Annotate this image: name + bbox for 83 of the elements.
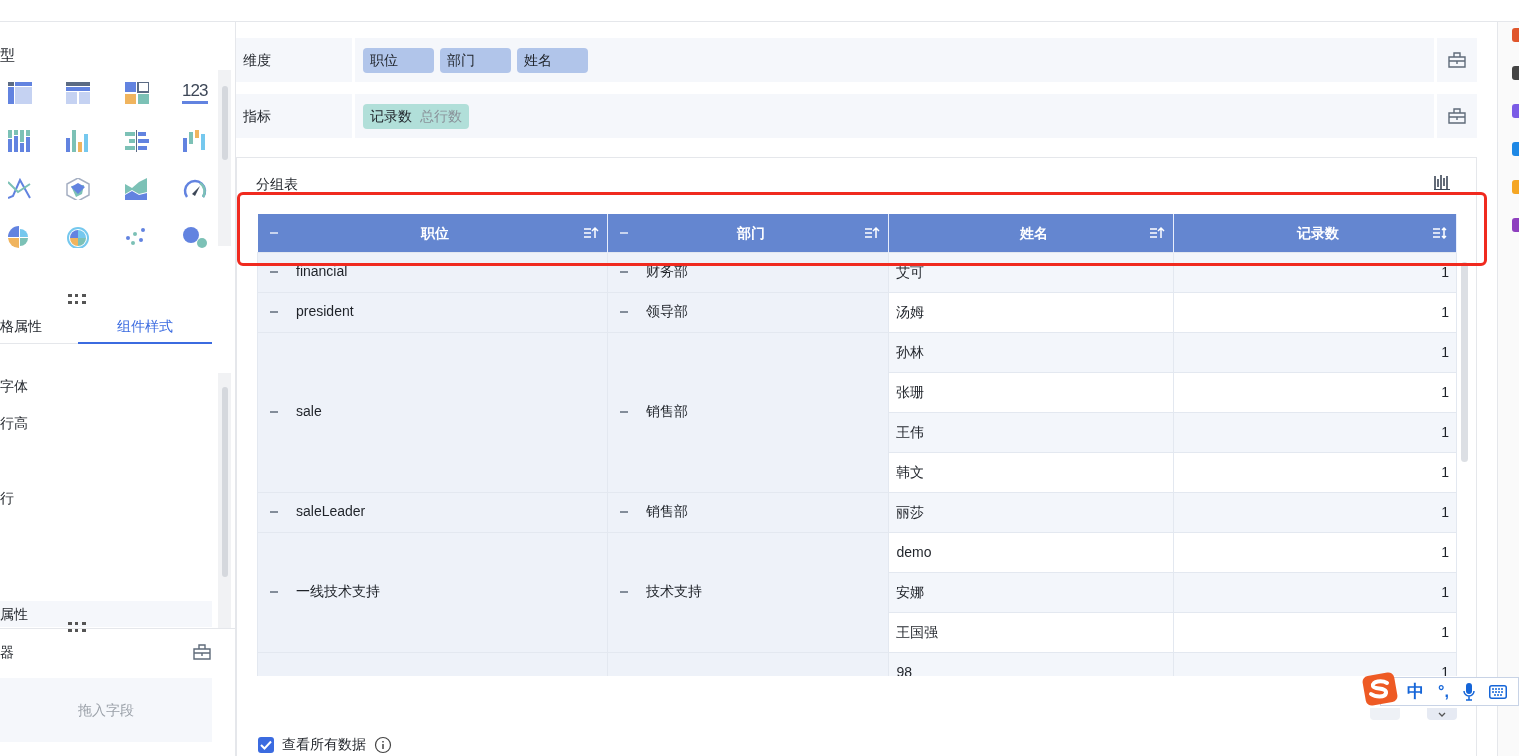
settings-label[interactable]: 行 [0,488,14,508]
table-cell: 孙林 [896,344,925,360]
group-cell[interactable]: 领导部 [617,301,688,323]
table-cell: 1 [1441,504,1449,520]
settings-label[interactable]: 字体 [0,376,28,396]
column-header[interactable]: 姓名 [888,214,1174,253]
group-cell[interactable]: financial [268,261,348,283]
group-cell[interactable]: saleLeader [268,501,366,523]
drag-handle-icon[interactable] [68,294,86,304]
table-cell: 韩文 [896,464,925,480]
rose-chart-icon[interactable] [66,226,91,248]
bar-chart-icon[interactable] [1434,174,1450,190]
punctuation-button[interactable]: °, [1438,679,1449,704]
sort-icon[interactable] [1149,226,1166,240]
table-cell: 张珊 [896,384,925,400]
table-cell: 王伟 [896,424,925,440]
column-header[interactable]: 记录数 [1173,214,1457,253]
app-icon[interactable] [1512,218,1519,232]
input-mode-button[interactable]: 中 [1407,678,1424,705]
table-cell: 王国强 [896,624,939,640]
check-icon [260,739,272,750]
tab[interactable]: 组件样式 [78,310,212,344]
app-icon[interactable] [1512,104,1519,118]
hexagon-icon[interactable] [66,178,91,200]
tab[interactable]: 格属性 [0,310,78,344]
scrollbar[interactable] [218,70,231,246]
sort-icon[interactable] [1432,226,1448,240]
group-cell[interactable]: sale [268,401,322,423]
chevron-down-icon [1438,712,1446,717]
field-chip[interactable]: 部门 [440,47,511,73]
group-cell[interactable]: 技术支持 [617,581,702,603]
settings-item[interactable]: 属性 [0,601,212,627]
table-cell: 1 [1441,304,1449,320]
chip-hint: 总行数 [420,106,462,126]
line-chart-icon[interactable] [8,178,32,200]
table-cell: 1 [1441,384,1449,400]
field-drop-zone[interactable]: 记录数 总行数 [355,94,1434,138]
panel-heading: 型 [0,45,15,65]
group-cell[interactable]: president [268,301,354,323]
field-chip[interactable]: 记录数 总行数 [363,103,469,129]
column-header[interactable]: 部门 [607,214,889,253]
area-chart-icon[interactable] [124,178,149,200]
microphone-icon[interactable] [1462,682,1475,701]
table-cell: 1 [1441,624,1449,640]
gauge-icon[interactable] [182,178,207,200]
bar-chart-icon[interactable] [124,130,149,152]
sort-icon[interactable] [864,226,881,240]
field-drop-zone[interactable]: 职位 部门 姓名 [355,38,1434,82]
table-icon[interactable] [66,82,91,104]
scrollbar[interactable] [218,373,231,628]
table-cell: 丽莎 [896,504,925,520]
field-chip[interactable]: 姓名 [517,47,588,73]
sort-icon[interactable] [582,226,599,240]
next-page-button[interactable] [1427,708,1457,720]
app-icon[interactable] [1512,66,1519,80]
table-cell: demo [896,544,932,560]
table-cell: 1 [1441,464,1449,480]
table-cell: 1 [1441,544,1449,560]
checkbox-label[interactable]: 查看所有数据 [282,734,366,755]
table-cell: 1 [1441,584,1449,600]
table-cell: 汤姆 [896,304,925,320]
field-label: 维度 [236,38,352,82]
table-cell: 1 [1441,264,1449,280]
group-cell[interactable]: 销售部 [617,401,688,423]
column-header[interactable]: 职位 [257,214,608,253]
table-title: 分组表 [256,175,298,194]
field-label: 指标 [236,94,352,138]
group-cell[interactable]: 一线技术支持 [268,581,380,603]
table-cell: 1 [1441,424,1449,440]
group-cell[interactable]: 销售部 [617,501,688,523]
table-icon[interactable] [8,82,32,104]
info-icon[interactable] [374,735,392,754]
app-logo-icon[interactable] [1362,672,1398,706]
keyboard-icon[interactable] [1488,684,1507,699]
tiles-icon[interactable] [124,82,149,104]
checkbox[interactable] [258,736,274,753]
table-cell: 艾可 [896,264,925,280]
field-chip[interactable]: 职位 [363,47,434,73]
settings-label[interactable]: 行高 [0,413,28,433]
section-title: 器 [0,643,14,662]
bubble-chart-icon[interactable] [182,226,207,248]
table-cell: 安娜 [896,584,925,600]
table-cell: 1 [1441,344,1449,360]
